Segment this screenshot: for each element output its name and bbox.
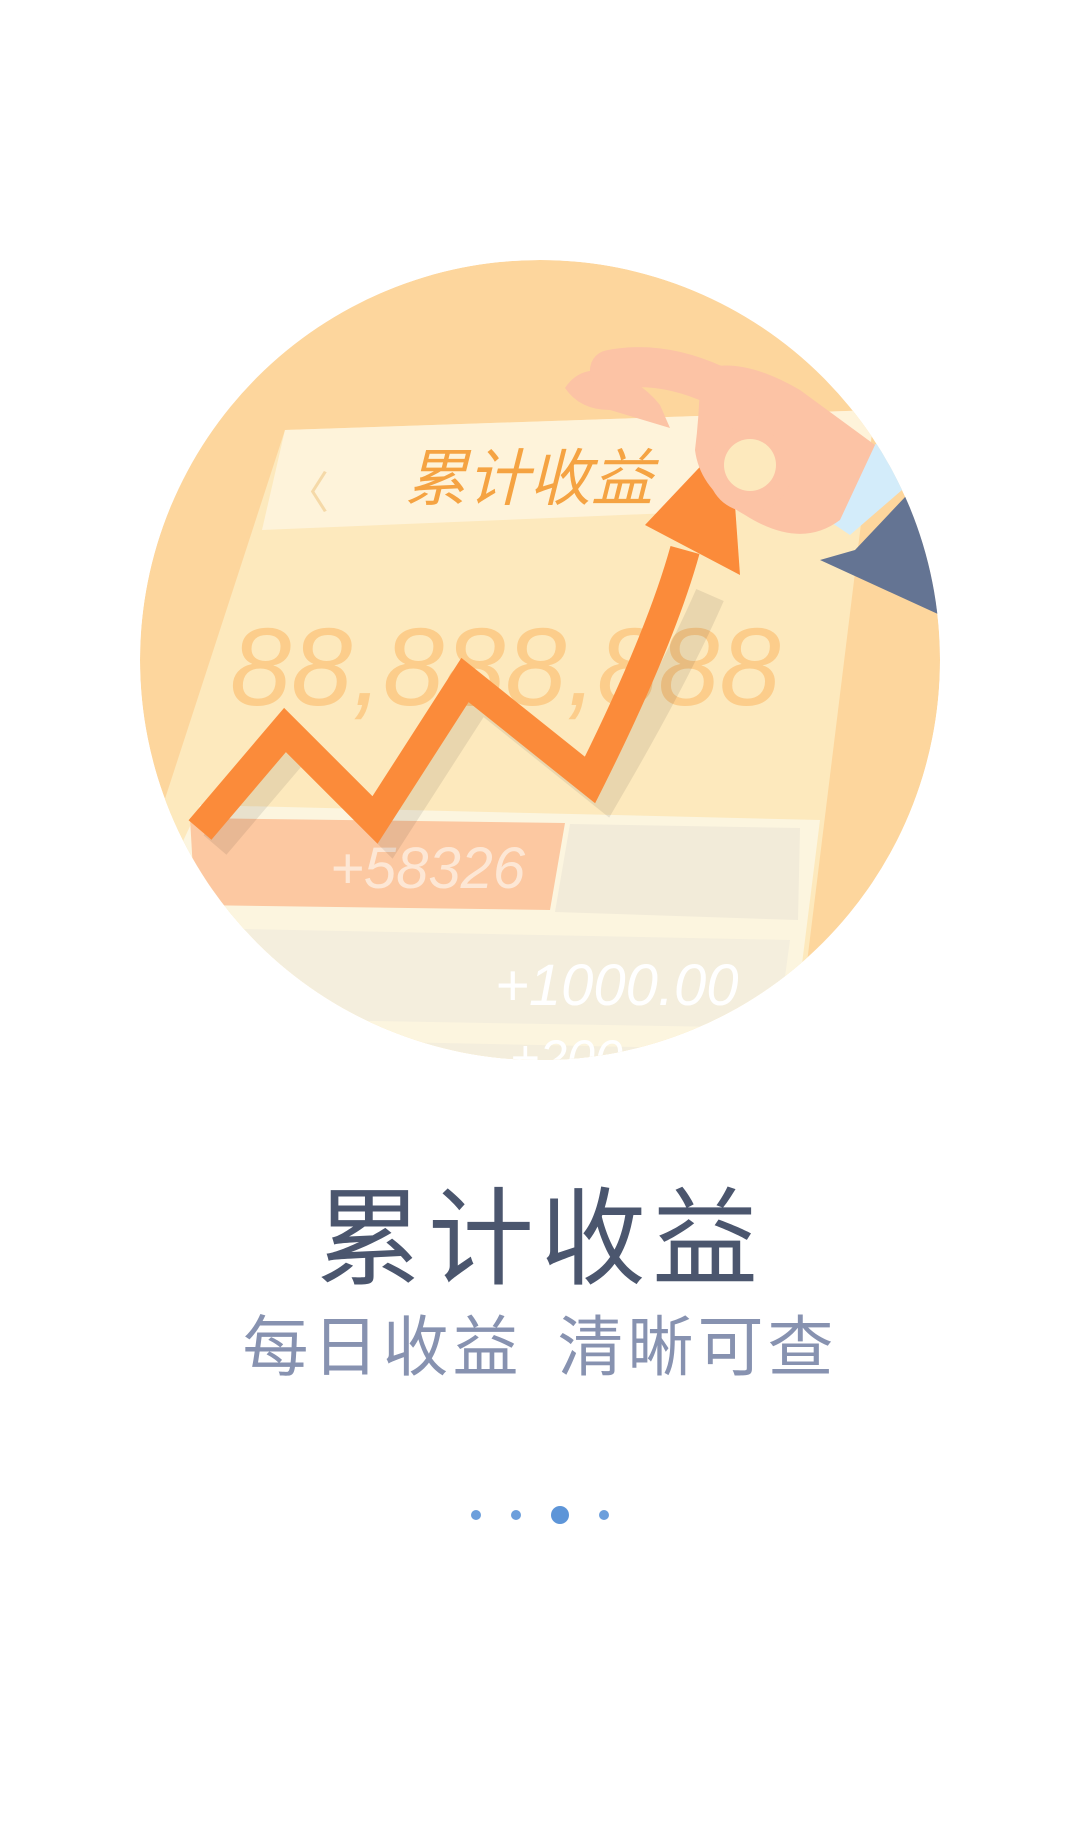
page-title: 累计收益 <box>316 1178 764 1301</box>
page-dot-2[interactable] <box>511 1510 521 1520</box>
record-row: +1000.00 <box>195 928 790 1028</box>
page-dot-1[interactable] <box>471 1510 481 1520</box>
chevron-left-icon: 〈 <box>285 468 329 519</box>
page-dot-3-active[interactable] <box>551 1506 569 1524</box>
card-title: 累计收益 <box>405 442 659 515</box>
record-amount: +58326 <box>330 836 526 901</box>
onboarding-illustration: 〈 累计收益 88,888,888 +58326 +1000.00 +200 <box>140 260 940 1060</box>
record-row: +58326 <box>190 818 800 920</box>
record-amount: +1000.00 <box>495 953 739 1018</box>
page-indicator <box>0 1500 1080 1530</box>
page-subtitle: 每日收益 清晰可查 <box>242 1309 838 1386</box>
record-amount: +200 <box>510 1030 623 1060</box>
page-dot-4[interactable] <box>599 1510 609 1520</box>
